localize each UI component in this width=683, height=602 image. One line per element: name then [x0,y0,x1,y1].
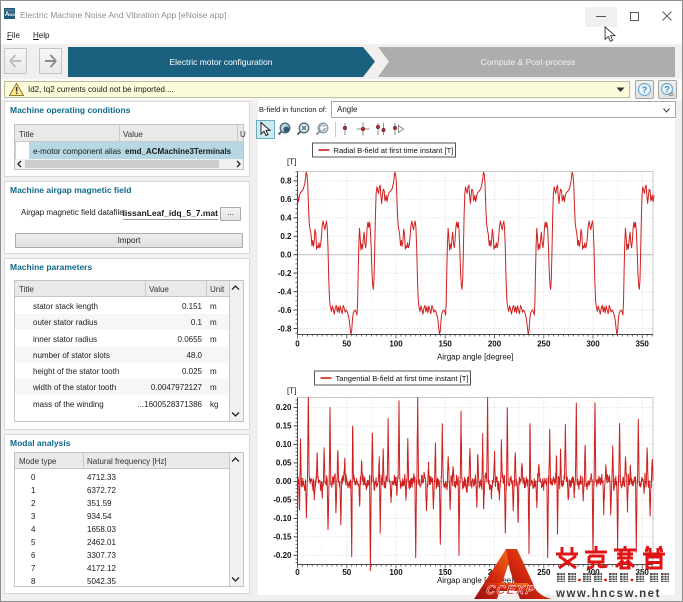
svg-text:0.2: 0.2 [280,232,292,241]
svg-text:Tangential B-field at first ti: Tangential B-field at first time instant… [336,374,469,383]
svg-text:?: ? [642,85,648,95]
svg-text:250: 250 [537,340,551,349]
svg-text:0.4: 0.4 [280,214,292,223]
svg-text:www.hncsw.net: www.hncsw.net [555,588,661,600]
svg-text:150: 150 [439,340,453,349]
svg-text:-0.20: -0.20 [273,551,292,560]
svg-text:-0.6: -0.6 [278,306,292,315]
svg-text:0.15: 0.15 [276,422,292,431]
svg-text:0.6: 0.6 [280,195,292,204]
svg-text:[T]: [T] [287,387,296,396]
svg-text:-0.4: -0.4 [278,287,292,296]
svg-text:0.10: 0.10 [276,440,292,449]
svg-text:0.00: 0.00 [276,477,292,486]
svg-text:0.20: 0.20 [276,403,292,412]
svg-text:-0.05: -0.05 [273,496,292,505]
svg-text:0.8: 0.8 [280,177,292,186]
svg-text:?: ? [664,84,670,94]
svg-text:300: 300 [586,340,600,349]
svg-text:0: 0 [295,568,300,577]
svg-text:-0.2: -0.2 [278,269,292,278]
svg-text:-0.10: -0.10 [273,514,292,523]
svg-text:100: 100 [389,340,403,349]
svg-text:CCEXP: CCEXP [485,583,536,597]
svg-text:200: 200 [488,340,502,349]
svg-text:100: 100 [389,568,403,577]
svg-text:[T]: [T] [287,158,296,167]
svg-text:Electric motor configuration: Electric motor configuration [170,57,273,67]
svg-text:50: 50 [342,568,351,577]
svg-text:Airgap angle [degree]: Airgap angle [degree] [437,353,513,362]
svg-text:-0.8: -0.8 [278,324,292,333]
svg-text:-0.15: -0.15 [273,533,292,542]
svg-text:0: 0 [295,340,300,349]
svg-text:Compute & Post-process: Compute & Post-process [481,57,575,67]
svg-text:350: 350 [636,340,650,349]
svg-text:0.0: 0.0 [280,251,292,260]
svg-text:0.05: 0.05 [276,459,292,468]
svg-text:Radial B-field at first time i: Radial B-field at first time instant [T] [334,146,454,155]
svg-text:50: 50 [342,340,351,349]
